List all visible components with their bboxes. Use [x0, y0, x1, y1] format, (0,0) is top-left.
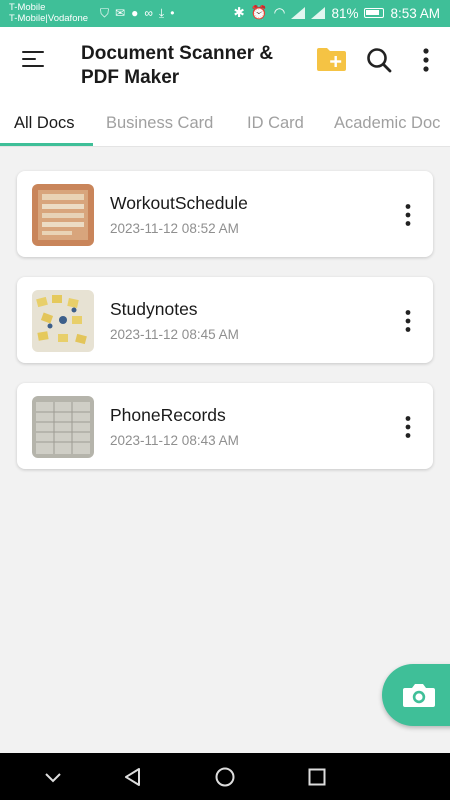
battery-percent: 81%	[331, 5, 359, 21]
camera-icon	[402, 682, 436, 708]
app-header: Document Scanner & PDF Maker	[0, 27, 450, 97]
more-vert-icon[interactable]	[400, 415, 416, 439]
carrier-line-1: T-Mobile	[9, 2, 46, 13]
document-date: 2023-11-12 08:52 AM	[110, 221, 239, 236]
document-date: 2023-11-12 08:45 AM	[110, 327, 239, 342]
system-navigation-bar	[0, 753, 450, 800]
tab-business-card[interactable]: Business Card	[106, 114, 213, 133]
battery-icon	[364, 8, 385, 18]
document-name: Studynotes	[110, 299, 198, 319]
home-icon[interactable]	[213, 765, 237, 789]
document-card[interactable]: WorkoutSchedule 2023-11-12 08:52 AM	[17, 171, 433, 257]
tab-academic-doc[interactable]: Academic Doc	[334, 114, 440, 133]
folder-add-icon[interactable]	[316, 47, 347, 72]
document-date: 2023-11-12 08:43 AM	[110, 433, 239, 448]
more-vert-icon[interactable]	[400, 203, 416, 227]
chevron-down-icon[interactable]	[41, 765, 65, 789]
mail-icon: ✉	[115, 6, 126, 20]
back-icon[interactable]	[121, 765, 145, 789]
carrier-line-2: T-Mobile|Vodafone	[9, 13, 89, 24]
scan-camera-button[interactable]	[382, 664, 450, 726]
chat-icon: ●	[131, 6, 139, 20]
bluetooth-icon: ✱	[233, 5, 245, 20]
wifi-icon: ◠	[273, 5, 286, 20]
category-tabs: All Docs Business Card ID Card Academic …	[0, 97, 450, 147]
menu-icon[interactable]	[22, 50, 44, 68]
document-card[interactable]: PhoneRecords 2023-11-12 08:43 AM	[17, 383, 433, 469]
more-vert-icon[interactable]	[400, 309, 416, 333]
tab-all-docs[interactable]: All Docs	[14, 114, 75, 133]
document-thumbnail	[32, 290, 94, 352]
tab-id-card[interactable]: ID Card	[247, 114, 304, 133]
document-card[interactable]: Studynotes 2023-11-12 08:45 AM	[17, 277, 433, 363]
voicemail-icon: ∞	[144, 6, 153, 20]
download-icon: ⤓	[158, 6, 165, 20]
shield-icon: ⛉	[100, 6, 110, 20]
carrier-info: T-Mobile T-Mobile|Vodafone	[9, 2, 88, 24]
active-tab-indicator	[0, 143, 93, 146]
signal-icon	[291, 7, 306, 19]
document-name: PhoneRecords	[110, 405, 226, 425]
alarm-icon: ⏰	[250, 5, 268, 20]
document-name: WorkoutSchedule	[110, 193, 248, 213]
app-title: Document Scanner & PDF Maker	[81, 43, 274, 88]
dot-icon: •	[170, 6, 175, 20]
search-icon[interactable]	[366, 47, 392, 73]
notification-icons: ⛉ ✉ ● ∞ ⤓ •	[100, 6, 174, 20]
status-bar: T-Mobile T-Mobile|Vodafone ⛉ ✉ ● ∞ ⤓ • ✱…	[0, 0, 450, 27]
recents-icon[interactable]	[305, 765, 329, 789]
clock: 8:53 AM	[390, 5, 440, 21]
status-right: ✱ ⏰ ◠ 81% 8:53 AM	[234, 5, 440, 21]
document-thumbnail	[32, 396, 94, 458]
signal-icon-2	[311, 7, 326, 19]
more-vert-icon[interactable]	[418, 47, 434, 73]
document-thumbnail	[32, 184, 94, 246]
